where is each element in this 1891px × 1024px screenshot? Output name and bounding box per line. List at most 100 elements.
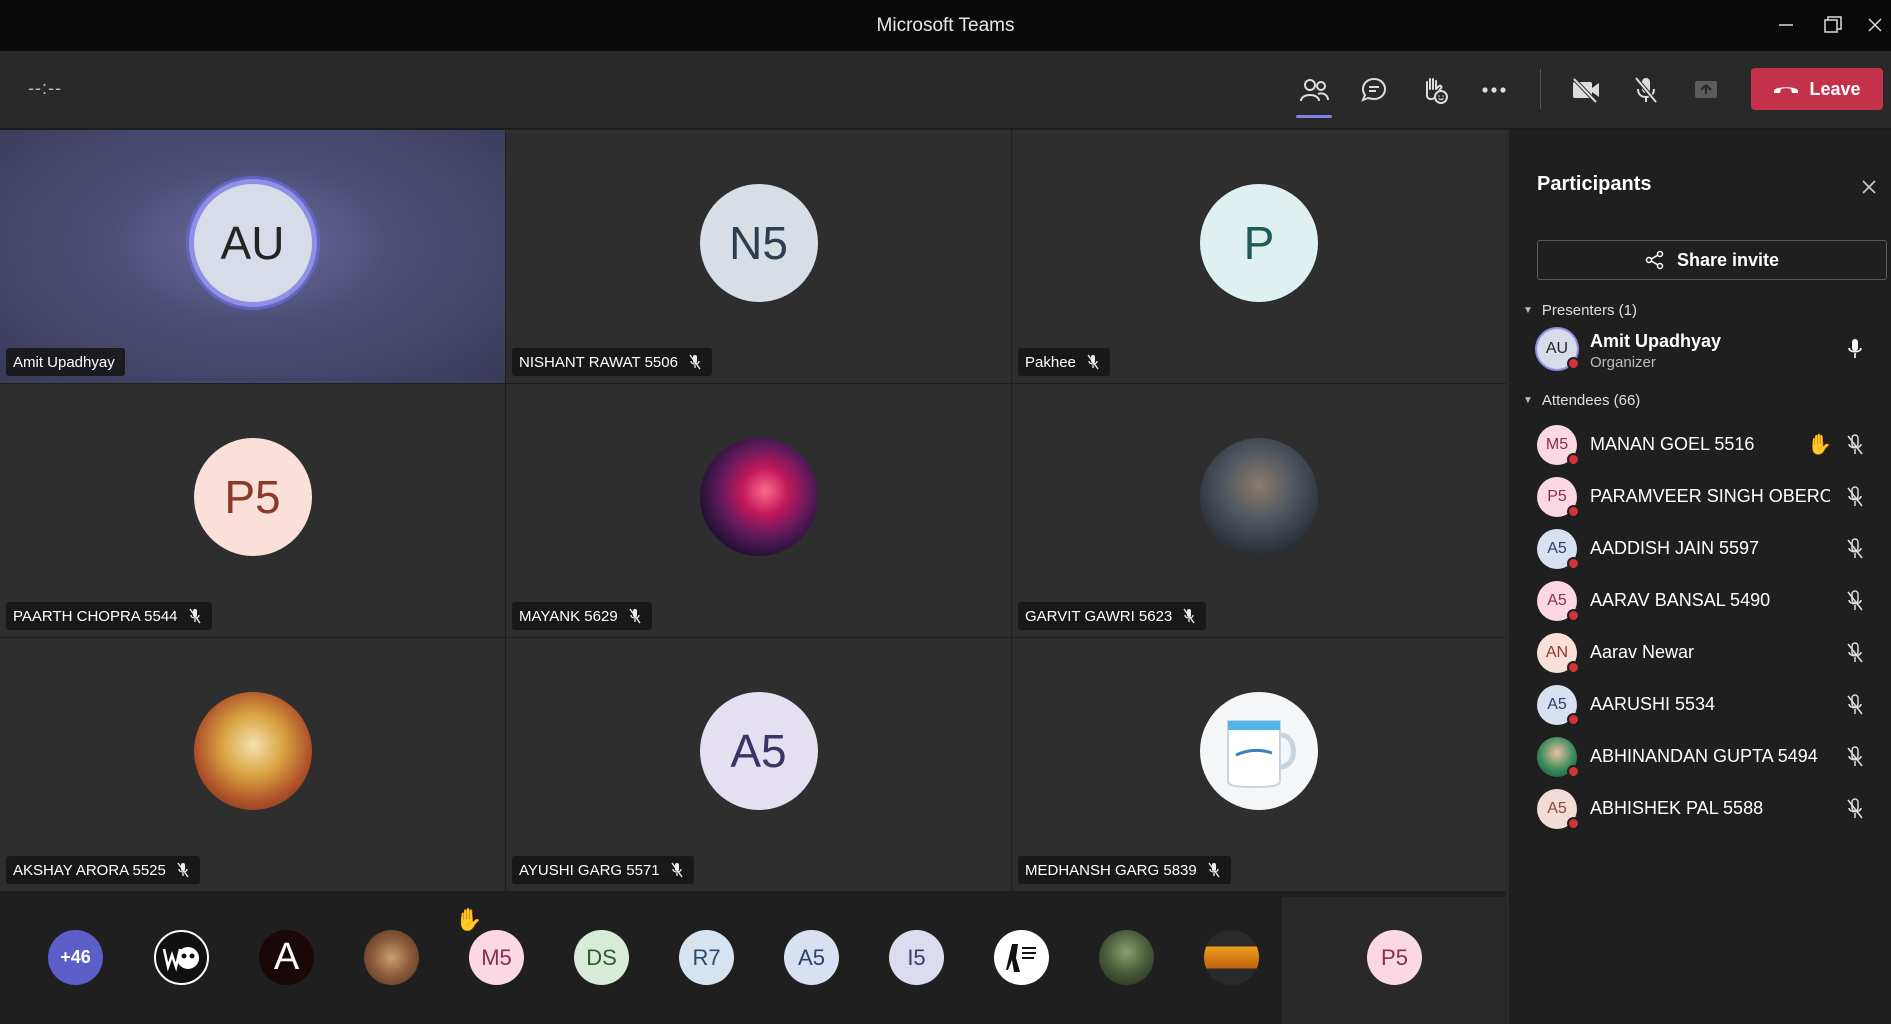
more-actions-button[interactable] xyxy=(1472,68,1516,112)
chat-icon xyxy=(1361,77,1387,102)
video-tile[interactable]: N5 NISHANT RAWAT 5506 xyxy=(506,130,1011,383)
close-window-button[interactable] xyxy=(1860,8,1890,42)
mic-off-icon xyxy=(671,862,683,878)
leave-button[interactable]: Leave xyxy=(1751,68,1883,110)
attendee-row[interactable]: A5 AADDISH JAIN 5597 xyxy=(1537,524,1887,574)
mic-off-icon xyxy=(1843,745,1867,769)
attendee-row[interactable]: P5 PARAMVEER SINGH OBEROY ... xyxy=(1537,472,1887,522)
video-tile[interactable]: A5 AYUSHI GARG 5571 xyxy=(506,638,1011,891)
mug-icon xyxy=(1227,719,1296,788)
mic-off-icon xyxy=(1843,433,1867,457)
attendee-row[interactable]: ABHINANDAN GUPTA 5494 xyxy=(1537,732,1887,782)
meeting-timer: --:-- xyxy=(28,78,62,98)
video-tile[interactable]: P Pakhee xyxy=(1012,130,1506,383)
show-chat-button[interactable] xyxy=(1352,68,1396,112)
participant-name: AKSHAY ARORA 5525 xyxy=(13,861,166,879)
close-icon xyxy=(1862,180,1876,194)
self-avatar[interactable]: P5 xyxy=(1367,930,1422,985)
participant-name: GARVIT GAWRI 5623 xyxy=(1025,607,1173,625)
status-badge xyxy=(1567,557,1580,570)
restore-button[interactable] xyxy=(1813,8,1853,42)
panel-title: Participants xyxy=(1537,173,1652,195)
status-badge xyxy=(1567,357,1580,370)
share-content-button[interactable] xyxy=(1684,68,1728,112)
attendee-row[interactable]: M5 MANAN GOEL 5516 ✋ xyxy=(1537,420,1887,470)
participant-name: MANAN GOEL 5516 xyxy=(1590,434,1755,454)
minimize-button[interactable] xyxy=(1766,8,1806,42)
video-tile[interactable]: AKSHAY ARORA 5525 xyxy=(0,638,505,891)
mic-off-icon xyxy=(1843,485,1867,509)
attendees-label: Attendees (66) xyxy=(1541,392,1641,409)
raise-hand-button[interactable] xyxy=(1412,68,1456,112)
planet-avatar xyxy=(699,437,818,556)
show-participants-button[interactable] xyxy=(1292,68,1336,118)
strip-photo-avatar[interactable] xyxy=(364,930,419,985)
nameplate: MAYANK 5629 xyxy=(512,602,652,630)
share-invite-button[interactable]: Share invite xyxy=(1537,240,1887,280)
participant-name: MEDHANSH GARG 5839 xyxy=(1025,861,1197,879)
participants-panel: Participants Share invite ▼ Presenters (… xyxy=(1506,130,1891,1024)
mic-off-icon xyxy=(177,862,189,878)
avatar: AU xyxy=(193,183,312,302)
strip-photo-avatar[interactable] xyxy=(1099,930,1154,985)
chevron-down-icon: ▼ xyxy=(1523,395,1533,406)
participant-name: Aarav Newar xyxy=(1590,642,1695,662)
mic-off-icon xyxy=(1843,537,1867,561)
participant-name: Pakhee xyxy=(1025,353,1076,371)
camera-off-icon xyxy=(1572,77,1599,103)
mic-off-icon xyxy=(188,608,201,624)
strip-avatar[interactable]: A xyxy=(259,930,314,985)
presenters-label: Presenters (1) xyxy=(1541,302,1637,319)
strip-avatar[interactable]: DS xyxy=(574,930,629,985)
participant-role: Organizer xyxy=(1590,354,1656,371)
participant-name: Amit Upadhyay xyxy=(1590,331,1722,351)
attendee-row[interactable]: A5 AARUSHI 5534 xyxy=(1537,680,1887,730)
camera-toggle-button[interactable] xyxy=(1564,68,1608,112)
video-grid: AU Amit Upadhyay N5 NISHANT RAWAT 5506 P… xyxy=(0,130,1506,897)
video-tile[interactable]: MEDHANSH GARG 5839 xyxy=(1012,638,1506,891)
avatar: P xyxy=(1200,183,1318,302)
mic-off-icon xyxy=(1843,641,1867,665)
strip-avatar[interactable]: I5 xyxy=(889,930,944,985)
participant-name: PAARTH CHOPRA 5544 xyxy=(13,607,178,625)
strip-avatar[interactable] xyxy=(154,930,209,985)
participant-name: PARAMVEER SINGH OBEROY ... xyxy=(1590,486,1830,506)
poster-icon xyxy=(1005,943,1036,972)
attendee-row[interactable]: A5 ABHISHEK PAL 5588 xyxy=(1537,784,1887,834)
title-bar: Microsoft Teams xyxy=(0,0,1891,51)
attendees-section-toggle[interactable]: ▼ Attendees (66) xyxy=(1523,392,1640,409)
mic-off-icon xyxy=(1843,797,1867,821)
strip-avatar[interactable]: M5 xyxy=(469,930,524,985)
hang-up-icon xyxy=(1774,87,1799,93)
toolbar-divider xyxy=(1540,69,1541,109)
attendee-row[interactable]: AN Aarav Newar xyxy=(1537,628,1887,678)
mic-on-icon xyxy=(1843,337,1867,361)
attendee-row[interactable]: A5 AARAV BANSAL 5490 xyxy=(1537,576,1887,626)
status-badge xyxy=(1567,817,1580,830)
share-invite-label: Share invite xyxy=(1676,249,1780,270)
microphone-toggle-button[interactable] xyxy=(1624,68,1668,112)
participant-name: AARAV BANSAL 5490 xyxy=(1590,590,1771,610)
mic-off-icon xyxy=(1183,608,1195,624)
strip-photo-avatar[interactable] xyxy=(994,930,1049,985)
mic-off-icon xyxy=(689,354,701,370)
strip-avatar[interactable]: R7 xyxy=(679,930,734,985)
participant-name: MAYANK 5629 xyxy=(519,607,618,625)
window-title: Microsoft Teams xyxy=(876,15,1015,36)
mug-avatar xyxy=(1200,691,1318,810)
presenter-row[interactable]: AU Amit Upadhyay Organizer xyxy=(1537,324,1887,374)
video-tile[interactable]: AU Amit Upadhyay xyxy=(0,130,505,383)
video-tile[interactable]: MAYANK 5629 xyxy=(506,384,1011,637)
raised-hand-icon: ✋ xyxy=(455,907,483,932)
strip-avatar[interactable]: A5 xyxy=(784,930,839,985)
strip-logo-avatar[interactable] xyxy=(1204,930,1259,985)
video-tile[interactable]: P5 PAARTH CHOPRA 5544 xyxy=(0,384,505,637)
participant-name: AADDISH JAIN 5597 xyxy=(1590,538,1760,558)
status-badge xyxy=(1567,765,1580,778)
presenters-section-toggle[interactable]: ▼ Presenters (1) xyxy=(1523,302,1637,319)
overflow-participants-button[interactable]: +46 xyxy=(48,930,103,985)
participant-name: Amit Upadhyay xyxy=(13,353,115,371)
raised-hand-icon: ✋ xyxy=(1807,434,1832,456)
close-panel-button[interactable] xyxy=(1854,172,1884,202)
video-tile[interactable]: GARVIT GAWRI 5623 xyxy=(1012,384,1506,637)
